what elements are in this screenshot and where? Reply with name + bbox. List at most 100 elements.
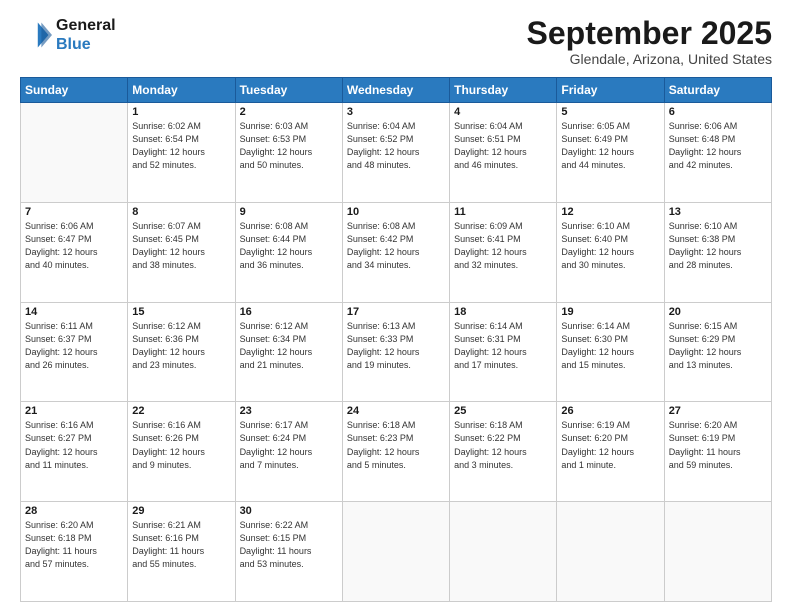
logo-icon xyxy=(20,19,52,51)
day-number: 16 xyxy=(240,306,338,318)
day-number: 20 xyxy=(669,306,767,318)
day-detail: Sunrise: 6:19 AM Sunset: 6:20 PM Dayligh… xyxy=(561,419,659,471)
day-detail: Sunrise: 6:08 AM Sunset: 6:44 PM Dayligh… xyxy=(240,220,338,272)
day-detail: Sunrise: 6:16 AM Sunset: 6:27 PM Dayligh… xyxy=(25,419,123,471)
day-cell: 20Sunrise: 6:15 AM Sunset: 6:29 PM Dayli… xyxy=(664,302,771,402)
day-number: 3 xyxy=(347,106,445,118)
week-row-2: 7 Sunrise: 6:06 AM Sunset: 6:47 PM Daylig… xyxy=(21,202,772,302)
title-block: September 2025 Glendale, Arizona, United… xyxy=(527,16,772,67)
day-cell: 28Sunrise: 6:20 AM Sunset: 6:18 PM Dayli… xyxy=(21,502,128,602)
day-number: 12 xyxy=(561,206,659,218)
page: General Blue September 2025 Glendale, Ar… xyxy=(0,0,792,612)
day-cell: 5 Sunrise: 6:05 AM Sunset: 6:49 PM Daylig… xyxy=(557,103,664,203)
day-cell: 16 Sunrise: 6:12 AM Sunset: 6:34 PM Dayli… xyxy=(235,302,342,402)
day-number: 30 xyxy=(240,505,338,517)
day-detail: Sunrise: 6:08 AM Sunset: 6:42 PM Dayligh… xyxy=(347,220,445,272)
day-detail: Sunrise: 6:04 AM Sunset: 6:52 PM Dayligh… xyxy=(347,120,445,172)
day-detail: Sunrise: 6:20 AM Sunset: 6:19 PM Dayligh… xyxy=(669,419,767,471)
day-detail: Sunrise: 6:12 AM Sunset: 6:34 PM Dayligh… xyxy=(240,320,338,372)
day-cell xyxy=(21,103,128,203)
day-detail: Sunrise: 6:17 AM Sunset: 6:24 PM Dayligh… xyxy=(240,419,338,471)
day-detail: Sunrise: 6:02 AM Sunset: 6:54 PM Dayligh… xyxy=(132,120,230,172)
day-detail: Sunrise: 6:12 AM Sunset: 6:36 PM Dayligh… xyxy=(132,320,230,372)
day-cell: 29Sunrise: 6:21 AM Sunset: 6:16 PM Dayli… xyxy=(128,502,235,602)
day-number: 15 xyxy=(132,306,230,318)
calendar-table: SundayMondayTuesdayWednesdayThursdayFrid… xyxy=(20,77,772,602)
day-cell: 15 Sunrise: 6:12 AM Sunset: 6:36 PM Dayli… xyxy=(128,302,235,402)
week-row-3: 14Sunrise: 6:11 AM Sunset: 6:37 PM Dayli… xyxy=(21,302,772,402)
day-detail: Sunrise: 6:13 AM Sunset: 6:33 PM Dayligh… xyxy=(347,320,445,372)
subtitle: Glendale, Arizona, United States xyxy=(527,51,772,67)
day-detail: Sunrise: 6:05 AM Sunset: 6:49 PM Dayligh… xyxy=(561,120,659,172)
day-detail: Sunrise: 6:11 AM Sunset: 6:37 PM Dayligh… xyxy=(25,320,123,372)
day-number: 19 xyxy=(561,306,659,318)
day-detail: Sunrise: 6:18 AM Sunset: 6:22 PM Dayligh… xyxy=(454,419,552,471)
day-number: 18 xyxy=(454,306,552,318)
day-cell xyxy=(342,502,449,602)
day-cell: 27 Sunrise: 6:20 AM Sunset: 6:19 PM Dayli… xyxy=(664,402,771,502)
day-number: 26 xyxy=(561,405,659,417)
day-number: 5 xyxy=(561,106,659,118)
day-number: 28 xyxy=(25,505,123,517)
day-detail: Sunrise: 6:10 AM Sunset: 6:38 PM Dayligh… xyxy=(669,220,767,272)
day-cell: 2 Sunrise: 6:03 AM Sunset: 6:53 PM Daylig… xyxy=(235,103,342,203)
day-number: 4 xyxy=(454,106,552,118)
day-cell: 10 Sunrise: 6:08 AM Sunset: 6:42 PM Dayli… xyxy=(342,202,449,302)
day-cell xyxy=(450,502,557,602)
day-cell xyxy=(557,502,664,602)
day-cell: 7 Sunrise: 6:06 AM Sunset: 6:47 PM Daylig… xyxy=(21,202,128,302)
day-number: 27 xyxy=(669,405,767,417)
header: General Blue September 2025 Glendale, Ar… xyxy=(20,16,772,67)
logo-text: General Blue xyxy=(56,16,116,54)
day-detail: Sunrise: 6:03 AM Sunset: 6:53 PM Dayligh… xyxy=(240,120,338,172)
day-number: 6 xyxy=(669,106,767,118)
day-cell: 22 Sunrise: 6:16 AM Sunset: 6:26 PM Dayli… xyxy=(128,402,235,502)
day-detail: Sunrise: 6:09 AM Sunset: 6:41 PM Dayligh… xyxy=(454,220,552,272)
day-number: 25 xyxy=(454,405,552,417)
day-number: 2 xyxy=(240,106,338,118)
week-row-5: 28Sunrise: 6:20 AM Sunset: 6:18 PM Dayli… xyxy=(21,502,772,602)
day-detail: Sunrise: 6:06 AM Sunset: 6:48 PM Dayligh… xyxy=(669,120,767,172)
day-detail: Sunrise: 6:07 AM Sunset: 6:45 PM Dayligh… xyxy=(132,220,230,272)
calendar-header-row: SundayMondayTuesdayWednesdayThursdayFrid… xyxy=(21,78,772,103)
day-cell: 1Sunrise: 6:02 AM Sunset: 6:54 PM Daylig… xyxy=(128,103,235,203)
day-number: 8 xyxy=(132,206,230,218)
day-cell: 26 Sunrise: 6:19 AM Sunset: 6:20 PM Dayli… xyxy=(557,402,664,502)
day-number: 13 xyxy=(669,206,767,218)
day-number: 9 xyxy=(240,206,338,218)
day-detail: Sunrise: 6:18 AM Sunset: 6:23 PM Dayligh… xyxy=(347,419,445,471)
day-number: 23 xyxy=(240,405,338,417)
day-cell: 14Sunrise: 6:11 AM Sunset: 6:37 PM Dayli… xyxy=(21,302,128,402)
col-header-tuesday: Tuesday xyxy=(235,78,342,103)
day-cell: 24 Sunrise: 6:18 AM Sunset: 6:23 PM Dayli… xyxy=(342,402,449,502)
day-detail: Sunrise: 6:14 AM Sunset: 6:30 PM Dayligh… xyxy=(561,320,659,372)
week-row-4: 21Sunrise: 6:16 AM Sunset: 6:27 PM Dayli… xyxy=(21,402,772,502)
day-cell: 11 Sunrise: 6:09 AM Sunset: 6:41 PM Dayli… xyxy=(450,202,557,302)
day-number: 10 xyxy=(347,206,445,218)
day-cell: 13 Sunrise: 6:10 AM Sunset: 6:38 PM Dayli… xyxy=(664,202,771,302)
day-detail: Sunrise: 6:06 AM Sunset: 6:47 PM Dayligh… xyxy=(25,220,123,272)
day-detail: Sunrise: 6:10 AM Sunset: 6:40 PM Dayligh… xyxy=(561,220,659,272)
day-number: 22 xyxy=(132,405,230,417)
day-cell: 9 Sunrise: 6:08 AM Sunset: 6:44 PM Daylig… xyxy=(235,202,342,302)
day-cell: 21Sunrise: 6:16 AM Sunset: 6:27 PM Dayli… xyxy=(21,402,128,502)
day-cell: 12 Sunrise: 6:10 AM Sunset: 6:40 PM Dayli… xyxy=(557,202,664,302)
day-number: 17 xyxy=(347,306,445,318)
day-detail: Sunrise: 6:16 AM Sunset: 6:26 PM Dayligh… xyxy=(132,419,230,471)
day-cell: 25 Sunrise: 6:18 AM Sunset: 6:22 PM Dayli… xyxy=(450,402,557,502)
main-title: September 2025 xyxy=(527,16,772,51)
day-detail: Sunrise: 6:04 AM Sunset: 6:51 PM Dayligh… xyxy=(454,120,552,172)
day-detail: Sunrise: 6:21 AM Sunset: 6:16 PM Dayligh… xyxy=(132,519,230,571)
day-number: 24 xyxy=(347,405,445,417)
day-number: 7 xyxy=(25,206,123,218)
col-header-saturday: Saturday xyxy=(664,78,771,103)
day-number: 11 xyxy=(454,206,552,218)
col-header-wednesday: Wednesday xyxy=(342,78,449,103)
day-cell: 19 Sunrise: 6:14 AM Sunset: 6:30 PM Dayli… xyxy=(557,302,664,402)
day-cell: 4 Sunrise: 6:04 AM Sunset: 6:51 PM Daylig… xyxy=(450,103,557,203)
day-cell: 30Sunrise: 6:22 AM Sunset: 6:15 PM Dayli… xyxy=(235,502,342,602)
day-cell: 17 Sunrise: 6:13 AM Sunset: 6:33 PM Dayli… xyxy=(342,302,449,402)
day-cell: 3 Sunrise: 6:04 AM Sunset: 6:52 PM Daylig… xyxy=(342,103,449,203)
col-header-monday: Monday xyxy=(128,78,235,103)
col-header-thursday: Thursday xyxy=(450,78,557,103)
